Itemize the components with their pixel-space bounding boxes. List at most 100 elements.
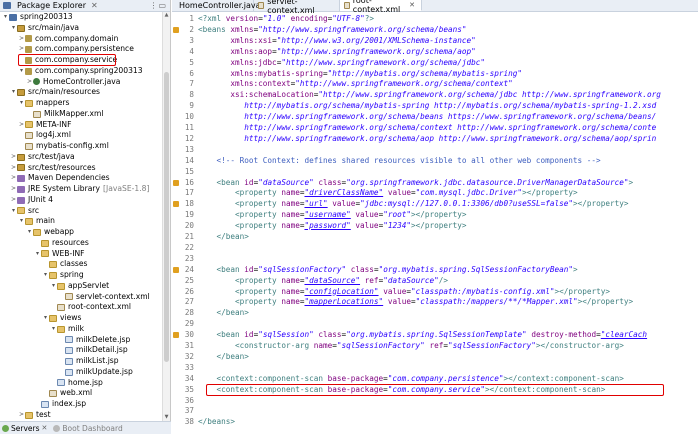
expanded-icon[interactable]: ▾	[42, 270, 49, 281]
collapsed-icon[interactable]: >	[10, 152, 17, 163]
tree-item[interactable]: web.xml	[0, 388, 162, 399]
code-line[interactable]: 4 xmlns:aop="http://www.springframework.…	[172, 47, 698, 58]
editor-tab[interactable]: HomeController.java	[172, 0, 261, 11]
tree-item[interactable]: ▾ spring	[0, 270, 162, 281]
code-line[interactable]: 34 <context:component-scan base-package=…	[172, 374, 698, 385]
tree-item[interactable]: ▾ src/main/resources	[0, 87, 162, 98]
code-line[interactable]: 31 <constructor-arg name="sqlSessionFact…	[172, 341, 698, 352]
code-line[interactable]: 9 http://mybatis.org/schema/mybatis-spri…	[172, 101, 698, 112]
view-menu-icon[interactable]: ⋮▭	[149, 1, 167, 10]
tree-item[interactable]: > META-INF	[0, 120, 162, 131]
tree-item[interactable]: com.company.service	[0, 54, 162, 66]
collapsed-icon[interactable]: >	[10, 195, 17, 206]
code-line[interactable]: 10 http://www.springframework.org/schema…	[172, 112, 698, 123]
code-line[interactable]: 11 http://www.springframework.org/schema…	[172, 123, 698, 134]
close-icon[interactable]: ✕	[42, 424, 48, 432]
editor-tab[interactable]: root-context.xml ✕	[340, 0, 422, 14]
code-line[interactable]: 29	[172, 319, 698, 330]
tree-item[interactable]: milkDetail.jsp	[0, 345, 162, 356]
tree-item[interactable]: ▾ spring200313	[0, 12, 162, 23]
expanded-icon[interactable]: ▾	[34, 249, 41, 260]
tree-item[interactable]: mybatis-config.xml	[0, 141, 162, 152]
code-line[interactable]: 8 xsi:schemaLocation="http://www.springf…	[172, 90, 698, 101]
tree-item[interactable]: > JRE System Library [JavaSE-1.8]	[0, 184, 162, 195]
collapsed-icon[interactable]: >	[10, 173, 17, 184]
tree-item[interactable]: milkUpdate.jsp	[0, 367, 162, 378]
tree-item[interactable]: MilkMapper.xml	[0, 109, 162, 120]
code-line[interactable]: 25 <property name="dataSource" ref="data…	[172, 276, 698, 287]
expanded-icon[interactable]: ▾	[10, 87, 17, 98]
editor-tab[interactable]: servlet-context.xml	[254, 0, 340, 15]
code-line[interactable]: 14 <!-- Root Context: defines shared res…	[172, 156, 698, 167]
code-line[interactable]: 16 <bean id="dataSource" class="org.spri…	[172, 178, 698, 189]
expanded-icon[interactable]: ▾	[18, 98, 25, 109]
tree-item[interactable]: servlet-context.xml	[0, 292, 162, 303]
code-line[interactable]: 32 </bean>	[172, 352, 698, 363]
collapsed-icon[interactable]: >	[10, 163, 17, 174]
servers-tab[interactable]: Servers ✕	[2, 424, 47, 433]
code-line[interactable]: 5 xmlns:jdbc="http://www.springframework…	[172, 58, 698, 69]
tree-item[interactable]: log4j.xml	[0, 130, 162, 141]
code-line[interactable]: 22	[172, 243, 698, 254]
code-line[interactable]: 19 <property name="username" value="root…	[172, 210, 698, 221]
code-line[interactable]: 28 </bean>	[172, 308, 698, 319]
tree-item[interactable]: > src/test/resources	[0, 163, 162, 174]
tree-item[interactable]: > test	[0, 410, 162, 421]
tree-item[interactable]: resources	[0, 238, 162, 249]
expanded-icon[interactable]: ▾	[10, 206, 17, 217]
code-line[interactable]: 35 <context:component-scan base-package=…	[172, 383, 698, 397]
tree-item[interactable]: milkList.jsp	[0, 356, 162, 367]
scrollbar-thumb[interactable]	[164, 72, 169, 362]
code-line[interactable]: 21 </bean>	[172, 232, 698, 243]
expanded-icon[interactable]: ▾	[26, 227, 33, 238]
expanded-icon[interactable]: ▾	[50, 281, 57, 292]
tree-item[interactable]: home.jsp	[0, 378, 162, 389]
tree-item[interactable]: root-context.xml	[0, 302, 162, 313]
code-area[interactable]: 1 <?xml version="1.0" encoding="UTF-8"?> 2…	[172, 12, 698, 434]
close-icon[interactable]: ✕	[409, 1, 415, 9]
collapsed-icon[interactable]: >	[18, 120, 25, 131]
collapsed-icon[interactable]: >	[10, 184, 17, 195]
expanded-icon[interactable]: ▾	[18, 66, 25, 77]
code-line[interactable]: 36	[172, 396, 698, 407]
boot-dashboard-tab[interactable]: Boot Dashboard	[53, 424, 123, 433]
expanded-icon[interactable]: ▾	[50, 324, 57, 335]
tree-item[interactable]: > JUnit 4	[0, 195, 162, 206]
tree-item[interactable]: classes	[0, 259, 162, 270]
code-line[interactable]: 33	[172, 363, 698, 374]
expanded-icon[interactable]: ▾	[10, 23, 17, 34]
code-line[interactable]: 24 <bean id="sqlSessionFactory" class="o…	[172, 265, 698, 276]
tree-item[interactable]: > Maven Dependencies	[0, 173, 162, 184]
code-line[interactable]: 3 xmlns:xsi="http://www.w3.org/2001/XMLS…	[172, 36, 698, 47]
code-line[interactable]: 2 <beans xmlns="http://www.springframewor…	[172, 25, 698, 36]
code-line[interactable]: 30 <bean id="sqlSession" class="org.myba…	[172, 330, 698, 341]
expanded-icon[interactable]: ▾	[18, 216, 25, 227]
tree-item[interactable]: > com.company.domain	[0, 34, 162, 45]
expanded-icon[interactable]: ▾	[2, 12, 9, 23]
code-line[interactable]: 1 <?xml version="1.0" encoding="UTF-8"?>	[172, 14, 698, 25]
tree-item[interactable]: > HomeController.java	[0, 77, 162, 88]
code-line[interactable]: 17 <property name="driverClassName" valu…	[172, 188, 698, 199]
tree-scrollbar[interactable]: ▲ ▼	[162, 12, 170, 421]
tree-item[interactable]: > src/test/java	[0, 152, 162, 163]
collapsed-icon[interactable]: >	[18, 410, 25, 421]
code-line[interactable]: 23	[172, 254, 698, 265]
tree-item[interactable]: ▾ main	[0, 216, 162, 227]
tree-item[interactable]: ▾ src/main/java	[0, 23, 162, 34]
tree-item[interactable]: ▾ WEB-INF	[0, 249, 162, 260]
tree-item[interactable]: milkDelete.jsp	[0, 335, 162, 346]
code-line[interactable]: 37	[172, 406, 698, 417]
code-line[interactable]: 26 <property name="configLocation" value…	[172, 287, 698, 298]
code-line[interactable]: 6 xmlns:mybatis-spring="http://mybatis.o…	[172, 69, 698, 80]
code-line[interactable]: 38 </beans>	[172, 417, 698, 428]
code-line[interactable]: 12 http://www.springframework.org/schema…	[172, 134, 698, 145]
tree-item[interactable]: ▾ webapp	[0, 227, 162, 238]
tree-item[interactable]: ▾ views	[0, 313, 162, 324]
code-line[interactable]: 20 <property name="password" value="1234…	[172, 221, 698, 232]
expanded-icon[interactable]: ▾	[42, 313, 49, 324]
scroll-down-icon[interactable]: ▼	[163, 414, 170, 421]
code-line[interactable]: 13	[172, 145, 698, 156]
tree-item[interactable]: ▾ appServlet	[0, 281, 162, 292]
scroll-up-icon[interactable]: ▲	[163, 12, 170, 19]
close-icon[interactable]: ✕	[91, 1, 98, 10]
